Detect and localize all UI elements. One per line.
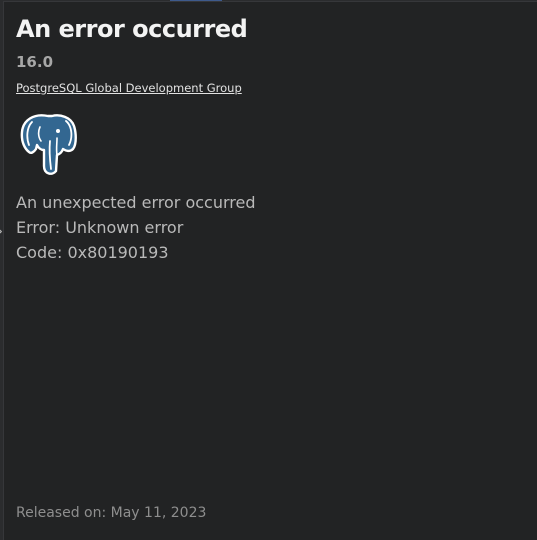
- error-detail: Error: Unknown error: [16, 218, 184, 237]
- publisher-link[interactable]: PostgreSQL Global Development Group: [16, 81, 242, 95]
- error-summary: An unexpected error occurred: [16, 193, 256, 212]
- error-message: An unexpected error occurred Error: Unkn…: [16, 190, 256, 265]
- release-date: Released on: May 11, 2023: [16, 505, 207, 521]
- error-details-panel: An error occurred 16.0 PostgreSQL Global…: [3, 1, 537, 540]
- page-title: An error occurred: [16, 15, 248, 43]
- postgresql-elephant-icon: [16, 111, 80, 177]
- version-label: 16.0: [16, 53, 54, 71]
- error-code: Code: 0x80190193: [16, 243, 169, 262]
